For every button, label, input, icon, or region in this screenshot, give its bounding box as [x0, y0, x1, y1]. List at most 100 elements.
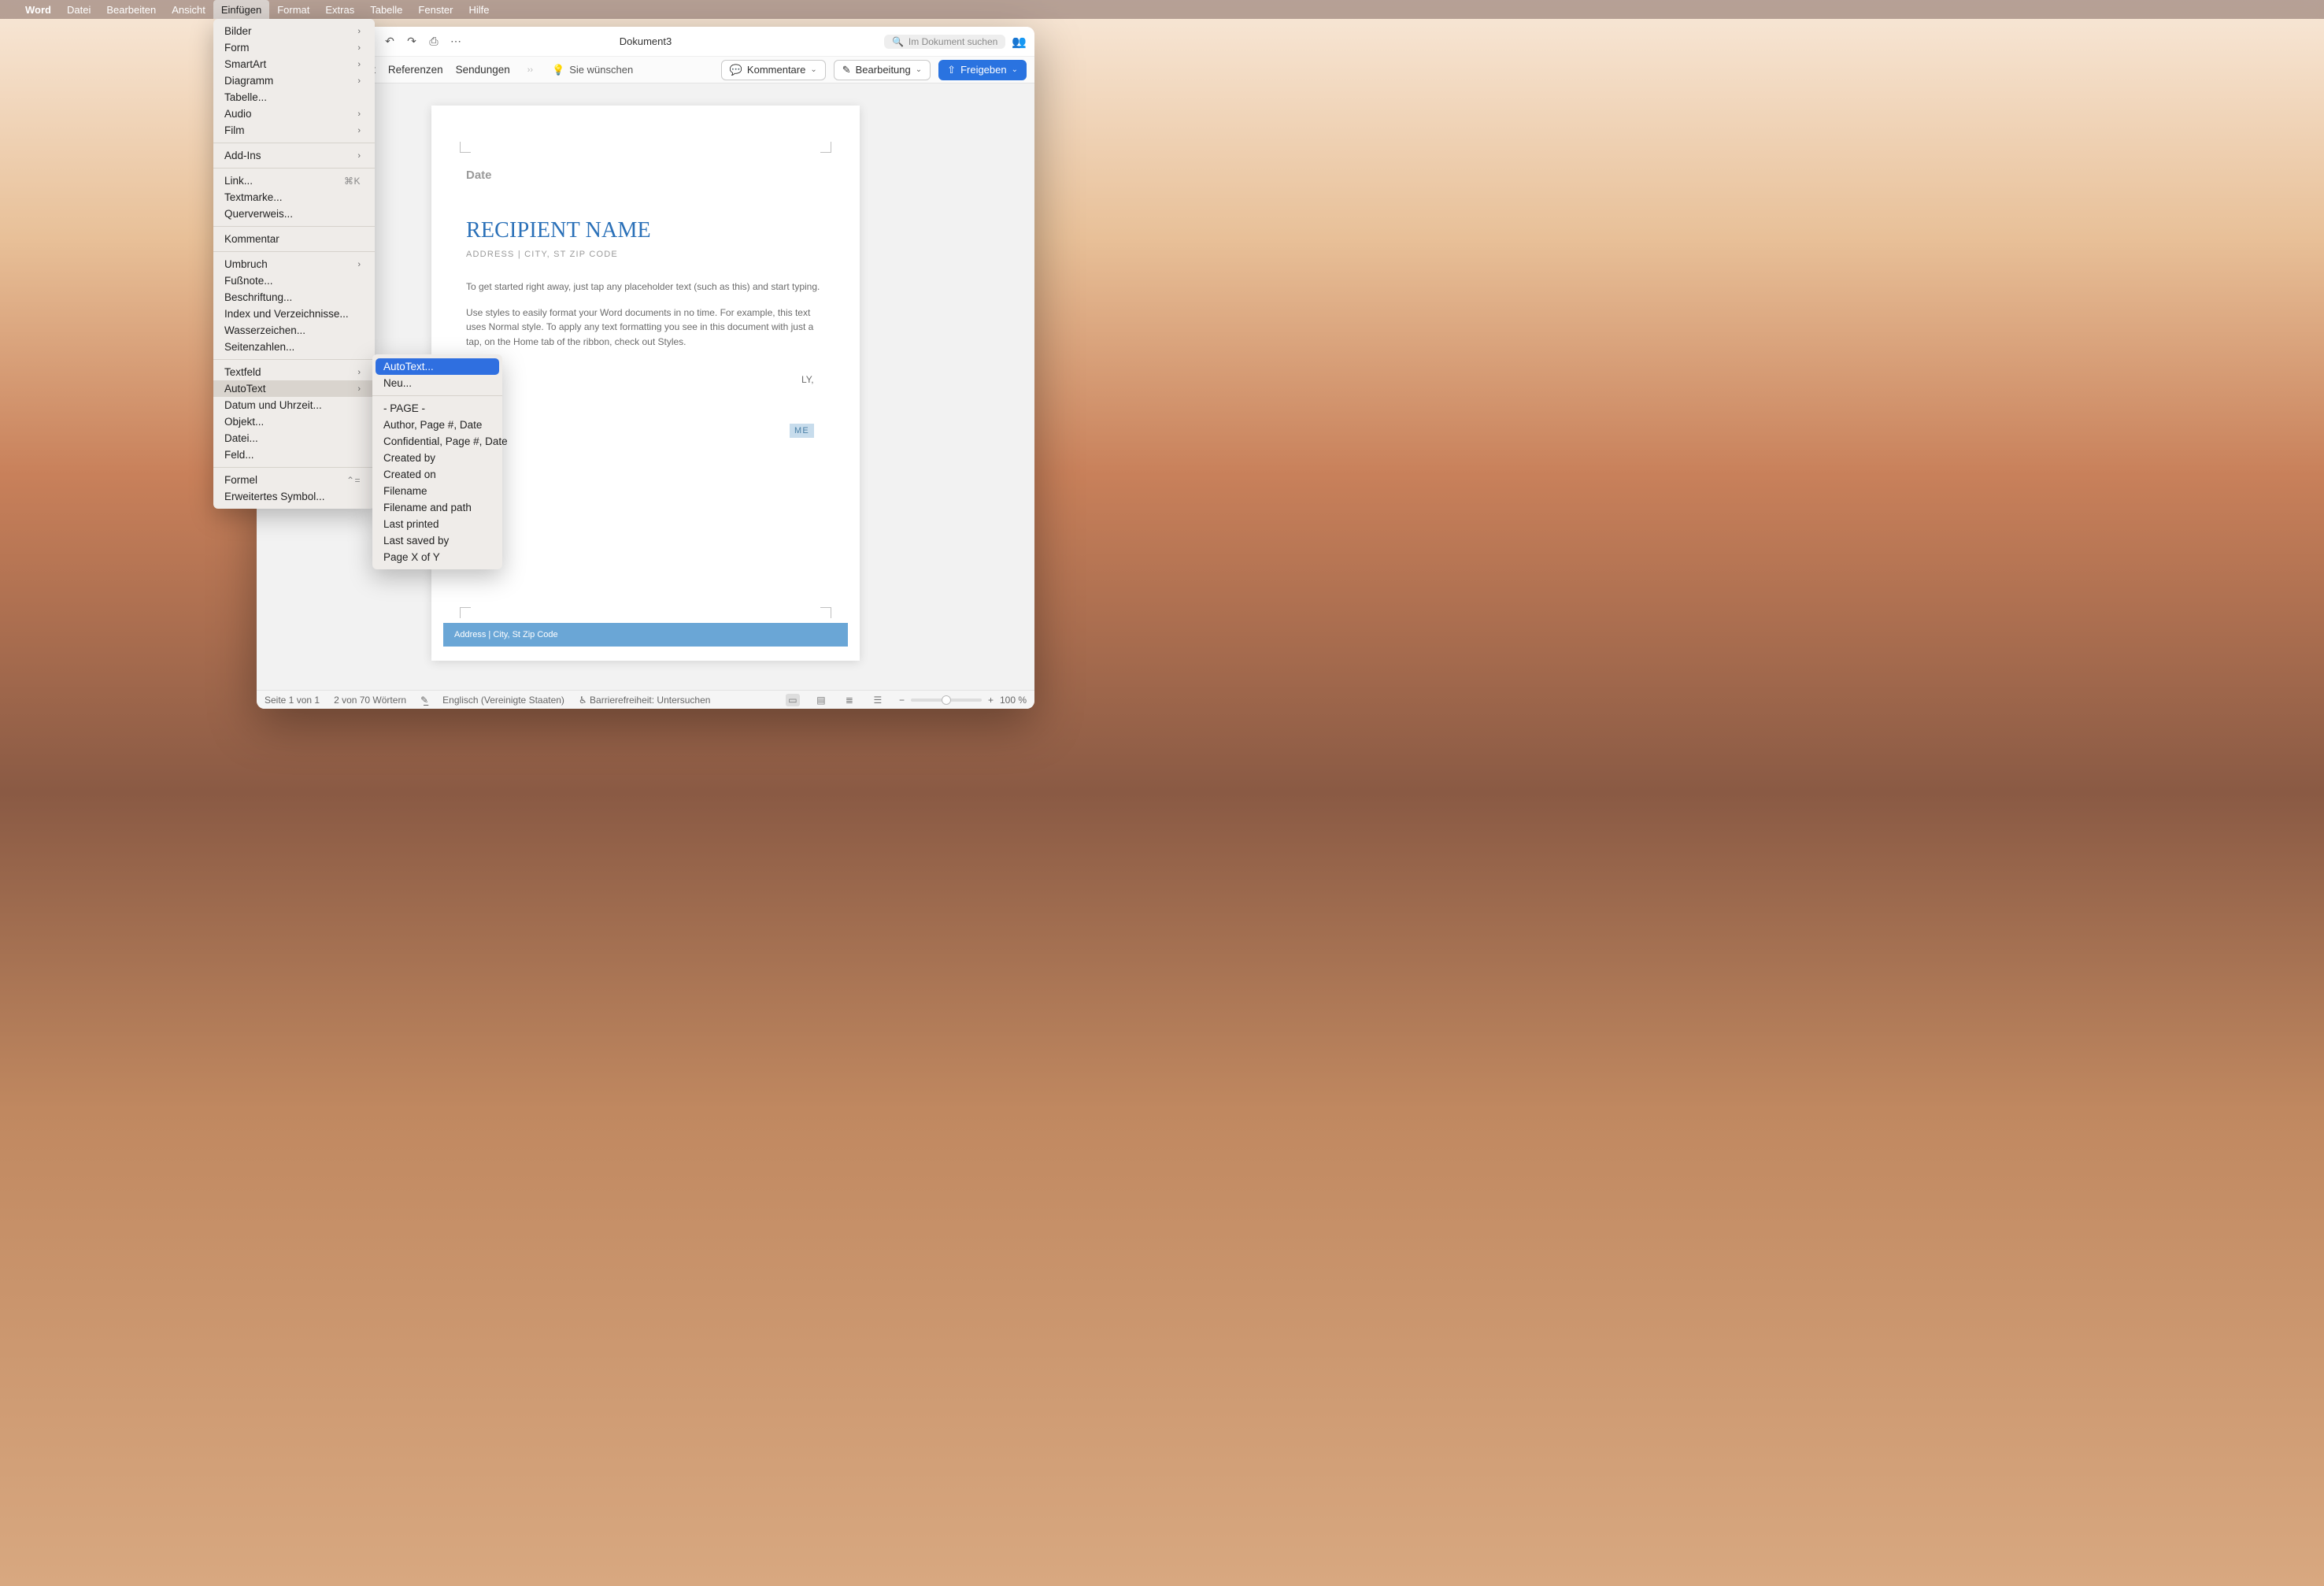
menu-item[interactable]: Kommentar — [213, 231, 375, 247]
menu-item[interactable]: Last printed — [372, 516, 502, 532]
menu-item[interactable]: Seitenzahlen... — [213, 339, 375, 355]
menu-item[interactable]: Feld... — [213, 447, 375, 463]
menu-item[interactable]: Form› — [213, 39, 375, 56]
share-people-icon[interactable]: 👥 — [1012, 35, 1027, 49]
recipient-name[interactable]: RECIPIENT NAME — [466, 218, 825, 243]
menu-item[interactable]: Author, Page #, Date — [372, 417, 502, 433]
app-name[interactable]: Word — [17, 0, 59, 19]
menu-item[interactable]: Erweitertes Symbol... — [213, 488, 375, 505]
more-qat-icon[interactable]: ⋯ — [449, 35, 463, 48]
body-paragraph[interactable]: Use styles to easily format your Word do… — [466, 306, 825, 350]
menu-hilfe[interactable]: Hilfe — [461, 0, 498, 19]
menu-item[interactable]: Neu... — [372, 375, 502, 391]
menu-ansicht[interactable]: Ansicht — [164, 0, 213, 19]
zoom-in-icon[interactable]: + — [988, 695, 994, 706]
language-indicator[interactable]: Englisch (Vereinigte Staaten) — [442, 695, 564, 706]
menu-item[interactable]: Objekt... — [213, 413, 375, 430]
menu-item[interactable]: SmartArt› — [213, 56, 375, 72]
tell-me[interactable]: 💡 Sie wünschen — [552, 64, 633, 76]
submenu-arrow-icon: › — [357, 126, 361, 135]
share-button[interactable]: ⇧ Freigeben ⌄ — [938, 60, 1027, 80]
a11y-label: Barrierefreiheit: Untersuchen — [590, 695, 710, 706]
footer-text: Address | City, St Zip Code — [454, 630, 558, 639]
submenu-arrow-icon: › — [357, 260, 361, 269]
menu-item[interactable]: Bilder› — [213, 23, 375, 39]
tabs-overflow-icon[interactable]: ›› — [527, 65, 533, 75]
focus-view-icon[interactable]: ▭ — [786, 694, 800, 706]
menu-item[interactable]: Created by — [372, 450, 502, 466]
menu-format[interactable]: Format — [269, 0, 317, 19]
your-name-placeholder[interactable]: ME — [790, 424, 814, 438]
menu-item[interactable]: Beschriftung... — [213, 289, 375, 306]
accessibility-indicator[interactable]: ♿︎ Barrierefreiheit: Untersuchen — [579, 695, 711, 706]
search-icon: 🔍 — [892, 36, 904, 47]
zoom-value[interactable]: 100 % — [1000, 695, 1027, 706]
menu-item-label: Tabelle... — [224, 91, 267, 103]
menu-item[interactable]: Add-Ins› — [213, 147, 375, 164]
closing-fragment[interactable]: LY, — [801, 374, 814, 385]
comments-button[interactable]: 💬 Kommentare ⌄ — [721, 60, 826, 80]
menu-separator — [213, 359, 375, 360]
word-count[interactable]: 2 von 70 Wörtern — [334, 695, 406, 706]
menu-datei[interactable]: Datei — [59, 0, 98, 19]
menu-item[interactable]: AutoText... — [376, 358, 499, 375]
menu-item[interactable]: Created on — [372, 466, 502, 483]
menu-item[interactable]: Film› — [213, 122, 375, 139]
menu-item-label: AutoText — [224, 383, 266, 395]
share-label: Freigeben — [960, 64, 1007, 76]
menu-item[interactable]: Diagramm› — [213, 72, 375, 89]
menu-item-label: Last printed — [383, 518, 439, 530]
spellcheck-icon[interactable]: ✎̲ — [420, 695, 428, 706]
menu-item[interactable]: Datum und Uhrzeit... — [213, 397, 375, 413]
tab-sendungen[interactable]: Sendungen — [456, 59, 510, 80]
page-footer[interactable]: Address | City, St Zip Code — [443, 623, 848, 647]
search-input[interactable]: 🔍 Im Dokument suchen — [884, 35, 1005, 49]
menu-item[interactable]: - PAGE - — [372, 400, 502, 417]
menu-item[interactable]: Filename — [372, 483, 502, 499]
web-layout-icon[interactable]: ≣ — [842, 694, 857, 706]
menu-item[interactable]: Wasserzeichen... — [213, 322, 375, 339]
page-indicator[interactable]: Seite 1 von 1 — [265, 695, 320, 706]
menu-item[interactable]: Tabelle... — [213, 89, 375, 106]
zoom-slider[interactable] — [911, 699, 982, 702]
chevron-down-icon: ⌄ — [1012, 65, 1018, 74]
menu-item[interactable]: Formel⌃= — [213, 472, 375, 488]
menu-bearbeiten[interactable]: Bearbeiten — [98, 0, 164, 19]
redo-icon[interactable]: ↷ — [405, 35, 419, 48]
menu-item[interactable]: Index und Verzeichnisse... — [213, 306, 375, 322]
menu-tabelle[interactable]: Tabelle — [362, 0, 410, 19]
editing-mode-button[interactable]: ✎ Bearbeitung ⌄ — [834, 60, 931, 80]
body-paragraph[interactable]: To get started right away, just tap any … — [466, 280, 825, 295]
menu-fenster[interactable]: Fenster — [410, 0, 461, 19]
menu-item[interactable]: Umbruch› — [213, 256, 375, 272]
submenu-arrow-icon: › — [357, 384, 361, 394]
menu-item[interactable]: Datei... — [213, 430, 375, 447]
tab-referenzen[interactable]: Referenzen — [388, 59, 443, 80]
menu-item[interactable]: Confidential, Page #, Date — [372, 433, 502, 450]
menu-item[interactable]: Querverweis... — [213, 206, 375, 222]
date-placeholder[interactable]: Date — [466, 169, 825, 182]
zoom-out-icon[interactable]: − — [899, 695, 905, 706]
menu-separator — [213, 168, 375, 169]
menu-item[interactable]: Textmarke... — [213, 189, 375, 206]
menu-item[interactable]: AutoText › — [213, 380, 375, 397]
menu-extras[interactable]: Extras — [317, 0, 362, 19]
menu-item[interactable]: Textfeld› — [213, 364, 375, 380]
menu-item-label: AutoText... — [383, 361, 434, 372]
menu-item-label: Fußnote... — [224, 275, 273, 287]
menu-item[interactable]: Last saved by — [372, 532, 502, 549]
menu-item[interactable]: Fußnote... — [213, 272, 375, 289]
address-line[interactable]: ADDRESS | CITY, ST ZIP CODE — [466, 250, 825, 259]
menu-item[interactable]: Filename and path — [372, 499, 502, 516]
print-icon[interactable]: ⎙ — [427, 35, 441, 48]
menu-item[interactable]: Audio› — [213, 106, 375, 122]
menu-einfuegen[interactable]: Einfügen — [213, 0, 269, 19]
margin-corner — [460, 607, 471, 618]
menu-item-label: - PAGE - — [383, 402, 425, 414]
menu-item[interactable]: Link...⌘K — [213, 172, 375, 189]
menu-item[interactable]: Page X of Y — [372, 549, 502, 565]
zoom-control[interactable]: − + 100 % — [899, 695, 1027, 706]
print-layout-icon[interactable]: ▤ — [814, 694, 828, 706]
undo-icon[interactable]: ↶ — [383, 35, 397, 48]
outline-view-icon[interactable]: ☰ — [871, 694, 885, 706]
